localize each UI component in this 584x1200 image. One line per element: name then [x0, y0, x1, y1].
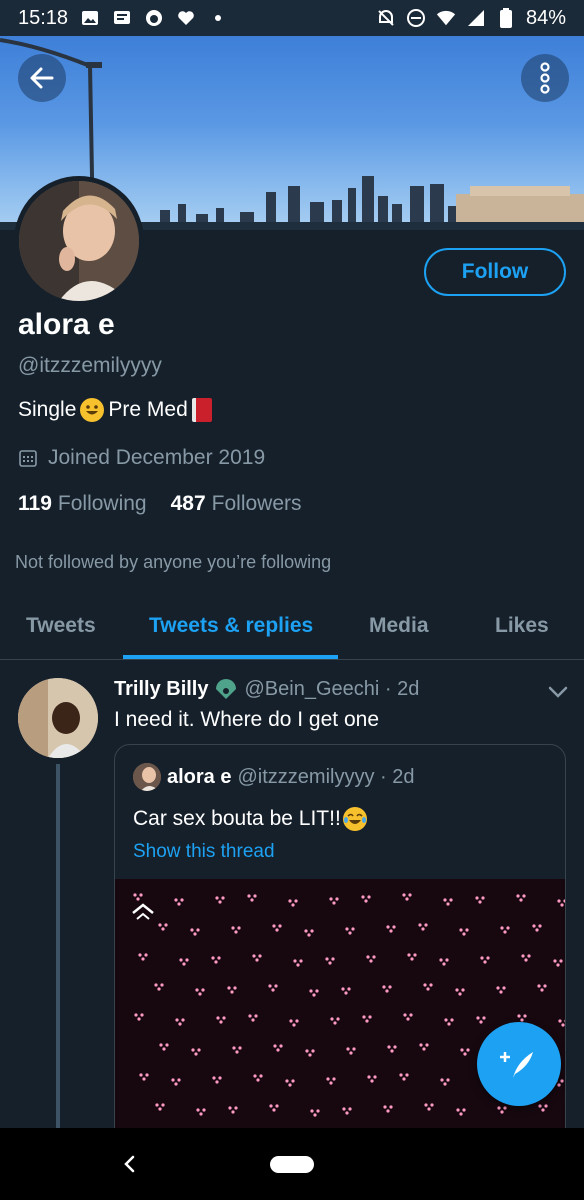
tab-tweets-and-replies[interactable]: Tweets & replies	[149, 596, 313, 656]
quoted-tweet-media[interactable]	[115, 879, 565, 1143]
heart-notification-icon	[176, 8, 196, 28]
profile-handle: @itzzzemilyyyy	[18, 354, 162, 377]
following-link[interactable]: 119 Following	[18, 492, 147, 516]
thread-connector	[56, 764, 60, 1132]
chevron-down-icon[interactable]	[546, 680, 570, 704]
chevron-left-icon	[124, 1155, 135, 1173]
not-followed-notice: Not followed by anyone you’re following	[15, 552, 332, 572]
alarm-off-icon	[376, 8, 396, 28]
joined-text: Joined December 2019	[48, 446, 266, 469]
profile-name: alora e	[18, 308, 115, 341]
compose-tweet-icon	[500, 1052, 533, 1078]
tears-of-joy-emoji-icon	[342, 807, 367, 831]
joined-date: Joined December 2019	[18, 446, 265, 470]
follow-counts: 119 Following 487 Followers	[18, 492, 302, 516]
status-time: 15:18	[18, 6, 69, 29]
tab-media[interactable]: Media	[369, 596, 429, 656]
show-thread-link[interactable]: Show this thread	[133, 841, 275, 863]
bio-text-premed: Pre Med	[108, 398, 188, 421]
tweet-author-avatar[interactable]	[18, 678, 98, 758]
tweet-author-handle: @Bein_Geechi · 2d	[244, 678, 420, 700]
tweet-text: I need it. Where do I get one	[114, 708, 380, 731]
profile-bio: Single Pre Med	[18, 398, 212, 422]
message-notification-icon	[112, 8, 132, 28]
battery-icon	[496, 8, 516, 28]
grinning-emoji-icon	[80, 398, 105, 422]
wifi-icon	[436, 8, 456, 28]
tab-likes[interactable]: Likes	[495, 596, 549, 656]
quoted-tweet-text: Car sex bouta be LIT!!	[133, 807, 341, 830]
more-vertical-icon	[540, 62, 550, 94]
quoted-author-avatar	[133, 763, 161, 791]
quoted-tweet-text-row: Car sex bouta be LIT!!	[133, 807, 367, 831]
tab-tweets[interactable]: Tweets	[26, 596, 96, 656]
cell-signal-icon	[466, 8, 486, 28]
profile-avatar[interactable]	[14, 176, 144, 306]
battery-percent: 84%	[525, 6, 566, 29]
app-notification-icon	[144, 8, 164, 28]
quoted-author-handle: @itzzzemilyyyy · 2d	[237, 765, 415, 788]
system-back-button[interactable]	[116, 1150, 144, 1178]
quoted-tweet-header: alora e @itzzzemilyyyy · 2d	[133, 763, 414, 791]
system-home-button[interactable]	[270, 1156, 314, 1173]
tweet-author-name[interactable]: Trilly Billy	[114, 678, 208, 701]
back-arrow-icon	[30, 67, 54, 89]
profile-tabs: Tweets Tweets & replies Media Likes	[0, 596, 584, 660]
active-tab-indicator	[123, 655, 338, 659]
image-notification-icon	[80, 8, 100, 28]
compose-tweet-button[interactable]	[477, 1022, 561, 1106]
followers-label: Followers	[211, 492, 302, 515]
verified-peacock-icon	[216, 678, 237, 699]
calendar-icon	[19, 450, 37, 467]
follow-button[interactable]: Follow	[424, 248, 566, 296]
more-options-button[interactable]	[521, 54, 569, 102]
status-bar: 15:18 84%	[0, 0, 584, 36]
followers-count: 487	[170, 492, 206, 515]
do-not-disturb-icon	[406, 8, 426, 28]
tweet-header: Trilly Billy @Bein_Geechi · 2d	[114, 678, 419, 701]
followers-link[interactable]: 487 Followers	[171, 492, 302, 516]
back-button[interactable]	[18, 54, 66, 102]
red-book-emoji-icon	[191, 398, 212, 422]
quoted-author-name: alora e	[167, 765, 232, 788]
dot-notification-icon	[208, 8, 228, 28]
following-count: 119	[18, 492, 52, 515]
following-label: Following	[57, 492, 147, 515]
bio-text-single: Single	[18, 398, 77, 421]
